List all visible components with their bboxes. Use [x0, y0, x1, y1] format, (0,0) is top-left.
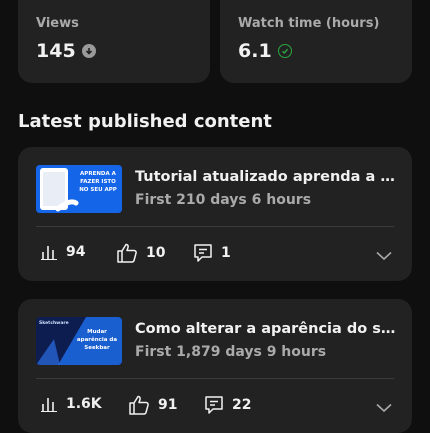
check-icon [277, 44, 292, 58]
watch-time-stat-card[interactable]: Watch time (hours) 6.1 [220, 0, 412, 83]
thumbnail-text: APRENDA A FAZER ISTO NO SEU APP [79, 171, 117, 193]
comments-count: 1 [221, 245, 231, 261]
bar-chart-icon [41, 398, 57, 412]
comments-metric[interactable]: 22 [204, 395, 251, 415]
thumbnail-brand: Sketchware [39, 321, 69, 326]
likes-metric[interactable]: 10 [116, 243, 165, 263]
divider [36, 378, 394, 379]
watch-time-label: Watch time (hours) [238, 16, 380, 31]
views-value-row: 145 [36, 40, 96, 62]
views-metric[interactable]: 94 [40, 243, 85, 261]
thumbs-up-icon [129, 395, 149, 415]
video-subtitle: First 210 days 6 hours [135, 192, 312, 208]
watch-time-value-row: 6.1 [238, 40, 292, 62]
views-value: 145 [36, 40, 76, 62]
bar-chart-icon [41, 246, 57, 260]
divider [36, 226, 394, 227]
thumbnail-text: Mudar aparência da Seekbar [76, 329, 118, 351]
comment-icon [205, 396, 223, 414]
video-card[interactable]: APRENDA A FAZER ISTO NO SEU APP Tutorial… [18, 147, 412, 281]
video-thumbnail[interactable]: APRENDA A FAZER ISTO NO SEU APP [36, 165, 122, 213]
likes-metric[interactable]: 91 [128, 395, 177, 415]
section-title: Latest published content [18, 111, 272, 132]
video-card[interactable]: Sketchware Mudar aparência da Seekbar Co… [18, 299, 412, 433]
arrow-down-icon [81, 44, 96, 58]
video-title[interactable]: Tutorial atualizado aprenda a fazer isto… [135, 169, 397, 185]
views-stat-card[interactable]: Views 145 [18, 0, 210, 83]
views-count: 1.6K [66, 396, 102, 412]
video-thumbnail[interactable]: Sketchware Mudar aparência da Seekbar [36, 317, 122, 365]
views-count: 94 [66, 244, 86, 260]
thumbs-up-icon [117, 243, 137, 263]
comment-icon [194, 244, 212, 262]
comments-count: 22 [232, 397, 252, 413]
comments-metric[interactable]: 1 [193, 243, 231, 263]
video-subtitle: First 1,879 days 9 hours [135, 344, 327, 360]
watch-time-value: 6.1 [238, 40, 272, 62]
likes-count: 10 [146, 245, 166, 261]
views-metric[interactable]: 1.6K [40, 395, 102, 413]
likes-count: 91 [158, 397, 178, 413]
chevron-down-icon[interactable] [376, 398, 392, 417]
chevron-down-icon[interactable] [376, 246, 392, 265]
views-label: Views [36, 16, 79, 31]
video-title[interactable]: Como alterar a aparência do seekbar [135, 321, 397, 337]
